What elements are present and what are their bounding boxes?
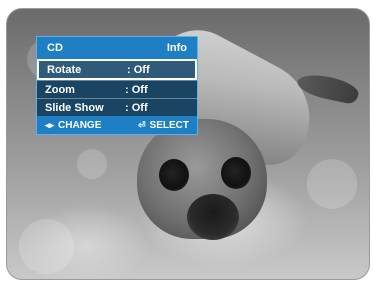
menu-item-zoom[interactable]: Zoom : Off	[37, 80, 197, 98]
change-label: CHANGE	[58, 119, 102, 131]
menu-item-value: : Off	[127, 63, 150, 76]
menu-item-label: Slide Show	[45, 101, 104, 114]
enter-icon: ⏎	[138, 119, 146, 130]
menu-item-slide-show[interactable]: Slide Show : Off	[37, 98, 197, 116]
osd-menu: CD Info Rotate : Off Zoom : Off Slide Sh…	[36, 36, 198, 135]
menu-item-label: Rotate	[47, 63, 82, 76]
change-hint: ◂▸ CHANGE	[45, 120, 101, 131]
seal-eye-right	[221, 157, 251, 189]
select-label: SELECT	[149, 119, 189, 131]
menu-item-label: Zoom	[45, 83, 75, 96]
menu-item-rotate[interactable]: Rotate : Off	[37, 59, 197, 80]
left-right-arrows-icon: ◂▸	[45, 119, 55, 130]
menu-title: CD	[47, 42, 63, 54]
menu-item-value: : Off	[125, 101, 148, 114]
osd-footer: ◂▸ CHANGE ⏎ SELECT	[37, 116, 197, 134]
select-hint: ⏎ SELECT	[138, 120, 189, 131]
menu-item-value: : Off	[125, 83, 148, 96]
menu-info-title: Info	[166, 42, 187, 54]
seal-snout-image	[187, 194, 239, 240]
seal-eye-left	[159, 159, 189, 191]
osd-header: CD Info	[37, 37, 197, 59]
